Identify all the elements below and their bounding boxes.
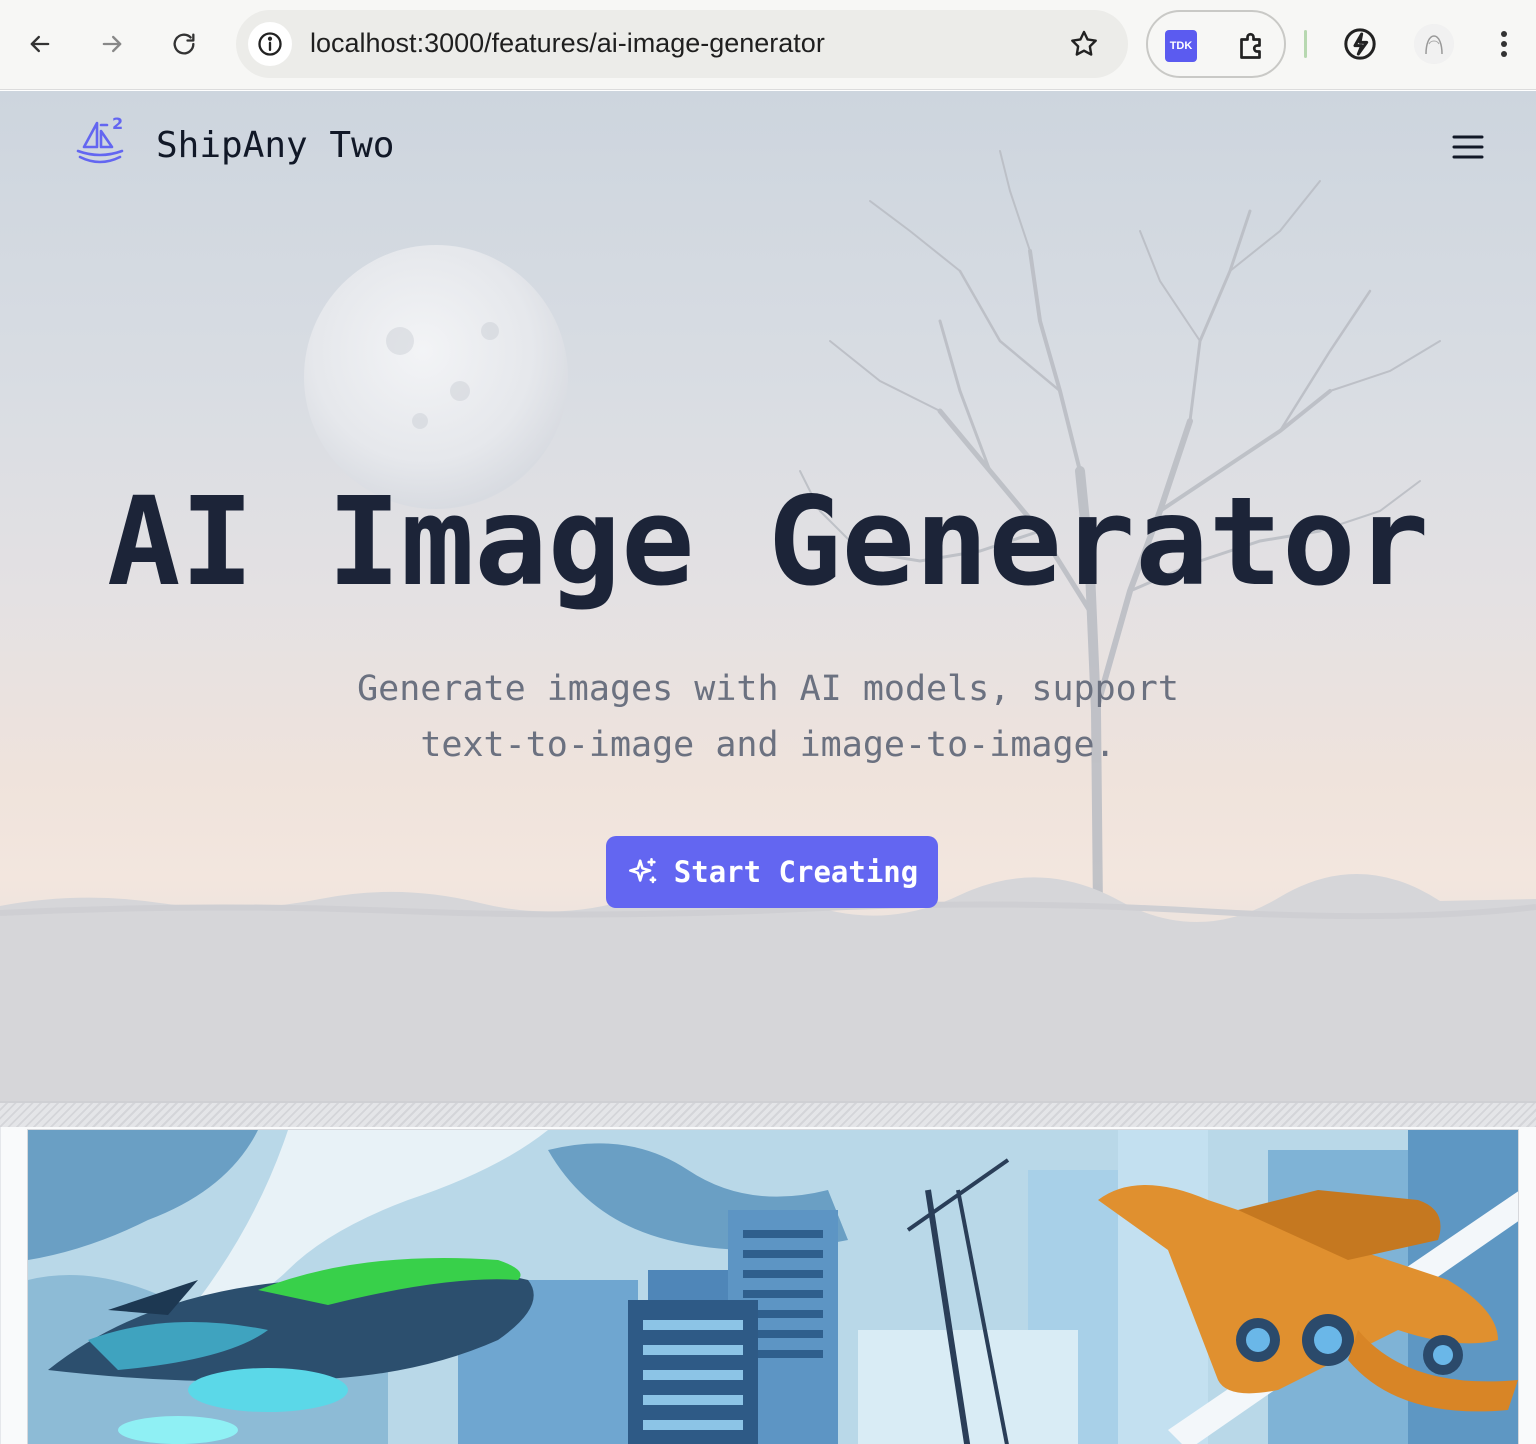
reload-icon: [173, 33, 195, 55]
hero-subtitle-line: text-to-image and image-to-image.: [420, 725, 1116, 765]
site-info-icon[interactable]: [248, 22, 292, 66]
forward-arrow-icon: [102, 35, 122, 53]
brand-name[interactable]: ShipAny Two: [156, 125, 394, 166]
hero-section: 2 ShipAny Two AI Image Generator Generat…: [0, 91, 1536, 1101]
reload-button[interactable]: [162, 22, 206, 66]
sparkles-icon: [628, 857, 657, 884]
hero-subtitle-line: Generate images with AI models, support: [357, 669, 1179, 709]
sailboat-logo-icon[interactable]: 2: [70, 113, 130, 173]
puzzle-icon[interactable]: [1234, 29, 1270, 65]
start-creating-button[interactable]: Start Creating: [606, 836, 938, 908]
url-text[interactable]: localhost:3000/features/ai-image-generat…: [310, 28, 825, 59]
kebab-menu-icon[interactable]: [1488, 24, 1520, 64]
hero-title: AI Image Generator: [106, 471, 1430, 613]
showcase-frame: [0, 1127, 1536, 1444]
bookmark-star-icon[interactable]: [1068, 28, 1100, 60]
toolbar-divider: [1304, 30, 1307, 58]
section-divider: [0, 1101, 1536, 1127]
showcase-illustration: [28, 1130, 1518, 1444]
address-bar[interactable]: localhost:3000/features/ai-image-generat…: [236, 10, 1128, 78]
start-creating-label: Start Creating: [673, 855, 919, 889]
moon-shape: [304, 245, 568, 509]
page-viewport: 2 ShipAny Two AI Image Generator Generat…: [0, 91, 1536, 1444]
bolt-icon[interactable]: [1340, 24, 1380, 64]
browser-toolbar: localhost:3000/features/ai-image-generat…: [0, 0, 1536, 90]
showcase-image: [27, 1129, 1519, 1444]
back-arrow-icon: [30, 35, 50, 53]
hamburger-menu-icon[interactable]: [1448, 127, 1488, 167]
svg-text:2: 2: [112, 114, 123, 133]
extensions-group: TDK: [1146, 10, 1286, 78]
tdk-extension-icon[interactable]: TDK: [1165, 30, 1197, 62]
forward-button[interactable]: [90, 22, 134, 66]
hero-subtitle: Generate images with AI models, support …: [318, 661, 1218, 773]
profile-avatar[interactable]: [1414, 24, 1454, 64]
back-button[interactable]: [18, 22, 62, 66]
